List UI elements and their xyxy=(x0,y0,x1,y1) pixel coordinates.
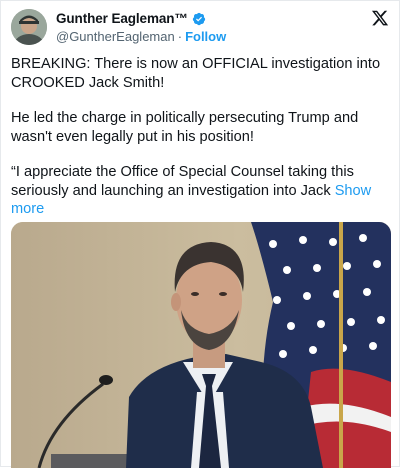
tweet-text: BREAKING: There is now an OFFICIAL inves… xyxy=(11,55,387,236)
tweet-paragraph: BREAKING: There is now an OFFICIAL inves… xyxy=(11,56,381,91)
separator: · xyxy=(177,29,183,44)
photo-illustration xyxy=(11,222,391,468)
handle-row: @GuntherEagleman · Follow xyxy=(56,29,226,44)
tweet-card: Gunther Eagleman™ @GuntherEagleman · Fol… xyxy=(0,0,400,468)
quote-text: “I appreciate the Office of Special Coun… xyxy=(11,164,354,199)
avatar[interactable] xyxy=(11,9,47,45)
display-name[interactable]: Gunther Eagleman™ xyxy=(56,11,188,26)
follow-button[interactable]: Follow xyxy=(185,29,226,44)
name-row: Gunther Eagleman™ xyxy=(56,11,206,26)
tweet-paragraph: He led the charge in politically persecu… xyxy=(11,110,359,145)
x-logo-icon[interactable] xyxy=(371,9,389,27)
tweet-header: Gunther Eagleman™ @GuntherEagleman · Fol… xyxy=(11,9,391,49)
verified-badge-icon xyxy=(192,12,205,25)
tweet-photo[interactable] xyxy=(11,222,391,468)
tweet-quote-paragraph: “I appreciate the Office of Special Coun… xyxy=(11,163,387,219)
handle[interactable]: @GuntherEagleman xyxy=(56,29,175,44)
